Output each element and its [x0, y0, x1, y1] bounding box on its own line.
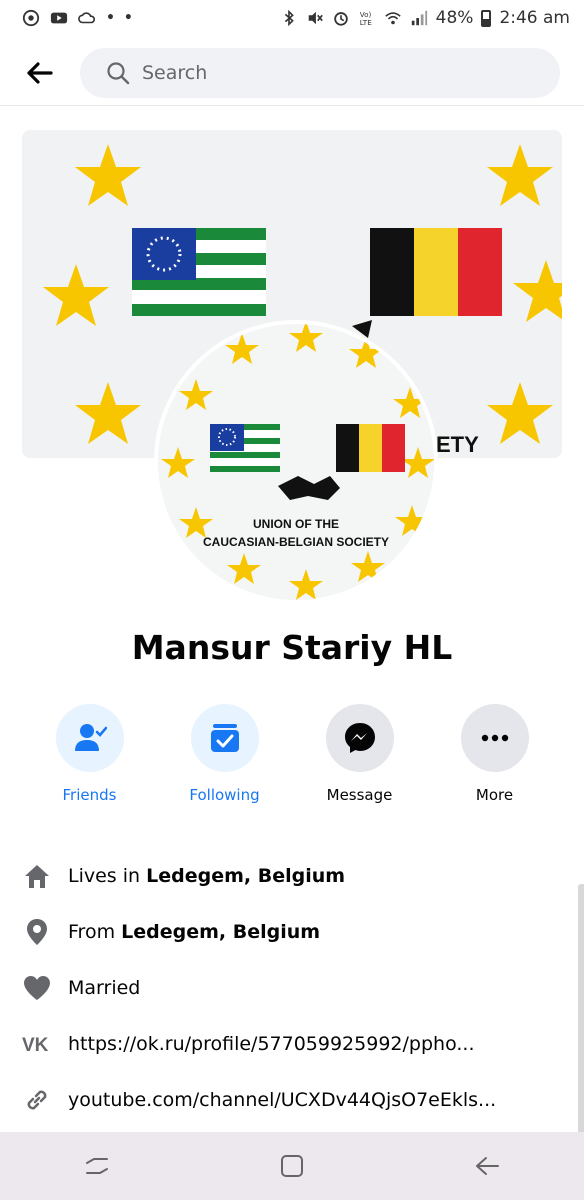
friends-button-circle[interactable]	[55, 704, 124, 772]
logo-text-line1: UNION OF THE	[253, 517, 339, 531]
logo-text-line2: CAUCASIAN-BELGIAN SOCIETY	[202, 535, 389, 549]
svg-text:VK: VK	[22, 1035, 49, 1054]
profile-name: Mansur Stariy HL	[131, 628, 453, 667]
bluetooth-icon	[284, 9, 294, 27]
wifi-icon	[384, 12, 401, 25]
youtube-link-row: youtube.com/channel/UCXDv44QjsO7eEkls...	[22, 1072, 562, 1128]
more-button[interactable]: More	[427, 704, 562, 804]
relationship-text: Married	[68, 977, 141, 999]
location-pin-icon	[22, 917, 52, 947]
system-nav-bar	[0, 1132, 584, 1200]
lives-in-place[interactable]: Ledegem, Belgium	[146, 865, 345, 887]
search-placeholder: Search	[142, 61, 208, 84]
home-button[interactable]	[262, 1136, 322, 1196]
following-label: Following	[189, 786, 260, 804]
more-notifications: • •	[106, 10, 135, 26]
message-label: Message	[326, 786, 393, 804]
top-header: Search	[0, 40, 584, 106]
cover-partial-text: ETY	[436, 432, 479, 457]
accessibility-icon	[22, 9, 40, 27]
profile-actions: Friends Following Message More	[22, 704, 562, 804]
svg-text:LTE: LTE	[359, 18, 371, 27]
link-icon	[22, 1085, 52, 1115]
belgian-flag	[370, 228, 502, 316]
battery-icon	[481, 9, 492, 27]
alarm-icon	[333, 12, 348, 26]
scrollbar[interactable]	[578, 884, 584, 1134]
from-text: From Ledegem, Belgium	[68, 921, 320, 943]
following-button[interactable]: Following	[157, 704, 292, 804]
vk-link-row: VK https://ok.ru/profile/577059925992/pp…	[22, 1016, 562, 1072]
back-button[interactable]	[0, 40, 80, 106]
more-button-circle[interactable]	[460, 704, 529, 772]
lives-in-prefix: Lives in	[68, 865, 147, 887]
system-back-button[interactable]	[457, 1136, 517, 1196]
messenger-icon	[344, 723, 375, 753]
volte-icon: Vo)LTE	[359, 10, 371, 27]
friends-label: Friends	[62, 786, 117, 804]
profile-picture[interactable]: UNION OF THE CAUCASIAN-BELGIAN SOCIETY	[154, 320, 438, 604]
message-button-circle[interactable]	[325, 704, 394, 772]
intro-details: Lives in Ledegem, Belgium From Ledegem, …	[22, 848, 562, 1128]
system-back-icon	[475, 1157, 499, 1175]
search-bar[interactable]: Search	[80, 47, 560, 98]
vk-link[interactable]: https://ok.ru/profile/577059925992/ppho.…	[68, 1033, 474, 1055]
small-caucasian-flag	[210, 424, 280, 472]
from-prefix: From	[68, 921, 122, 943]
back-arrow-icon	[27, 61, 53, 84]
small-belgian-flag	[336, 424, 405, 472]
lives-in-row: Lives in Ledegem, Belgium	[22, 848, 562, 904]
relationship-row: Married	[22, 960, 562, 1016]
clock: 2:46 am	[499, 8, 570, 28]
friends-button[interactable]: Friends	[22, 704, 157, 804]
following-icon	[210, 724, 239, 752]
recent-apps-icon	[86, 1158, 109, 1174]
mute-icon	[308, 11, 323, 25]
youtube-icon	[50, 12, 68, 24]
message-button[interactable]: Message	[292, 704, 427, 804]
profile-logo	[161, 324, 434, 600]
recent-apps-button[interactable]	[67, 1136, 127, 1196]
signal-icon	[411, 10, 427, 26]
more-label: More	[475, 786, 514, 804]
lives-in-text: Lives in Ledegem, Belgium	[68, 865, 345, 887]
from-place[interactable]: Ledegem, Belgium	[121, 921, 320, 943]
home-icon	[22, 861, 52, 891]
search-icon	[107, 61, 130, 84]
status-bar: • • Vo) LTE 48% 2:46 am	[0, 0, 584, 36]
cloud-icon	[78, 12, 96, 24]
handshake-icon	[278, 476, 340, 500]
battery-percent: 48%	[435, 8, 474, 28]
home-square-icon	[280, 1155, 303, 1177]
friends-icon	[74, 724, 107, 751]
heart-icon	[22, 973, 52, 1003]
from-row: From Ledegem, Belgium	[22, 904, 562, 960]
more-icon	[481, 734, 508, 742]
following-button-circle[interactable]	[190, 704, 259, 772]
caucasian-flag	[132, 228, 266, 316]
vk-icon: VK	[22, 1029, 52, 1059]
youtube-link[interactable]: youtube.com/channel/UCXDv44QjsO7eEkls...	[68, 1089, 496, 1111]
